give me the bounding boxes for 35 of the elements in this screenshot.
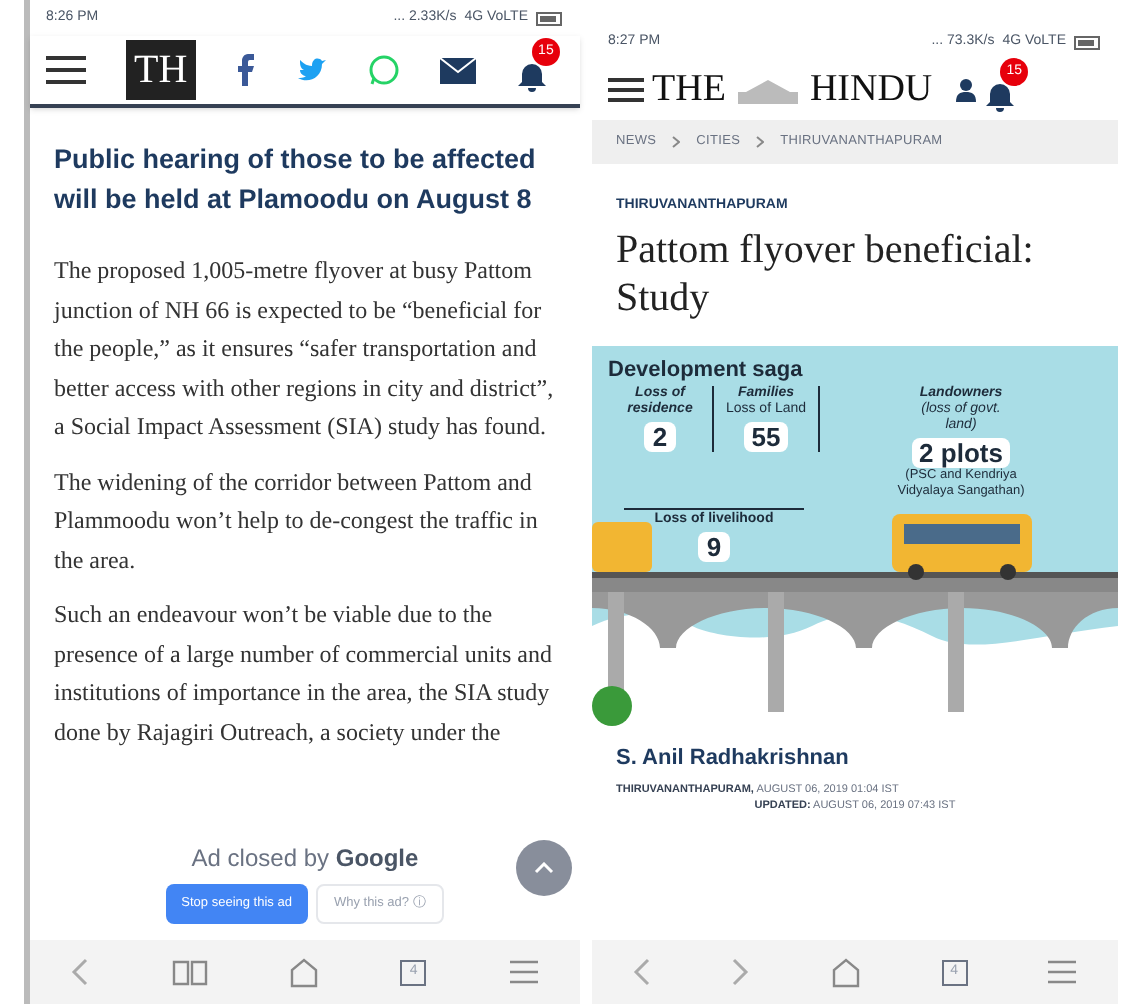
masthead-left: THE xyxy=(652,65,726,114)
article-title: Pattom flyover beneficial: Study xyxy=(616,225,1036,321)
stat-value: 55 xyxy=(743,422,789,452)
infographic-title: Development saga xyxy=(608,355,805,385)
article-paragraph: The widening of the corridor between Pattom and Plammoodu won’t help to de-congest the traffic in the area. xyxy=(54,465,540,577)
back-icon[interactable] xyxy=(70,958,91,986)
ad-closed-text: Ad closed by Google xyxy=(191,842,419,877)
battery-icon xyxy=(536,11,564,25)
bell-icon[interactable] xyxy=(515,62,548,94)
home-icon[interactable] xyxy=(287,956,320,988)
menu-icon[interactable] xyxy=(608,78,644,102)
battery-icon xyxy=(1074,35,1102,49)
masthead-right: HINDU xyxy=(809,65,933,114)
article-paragraph: Such an endeavour won’t be viable due to the presence of a large number of commercial units and institutions of importance in the area, the SIA study done by Rajagiri Outreach, a society under the xyxy=(54,598,555,750)
author-name[interactable]: S. Anil Radhakrishnan xyxy=(616,741,1094,774)
article-subheading: Public hearing of those to be affected will be held at Plamoodu on August 8 xyxy=(54,142,538,218)
menu-icon[interactable] xyxy=(46,56,86,84)
stat-value: 9 xyxy=(698,531,730,561)
stat-value: 2 xyxy=(644,422,676,452)
chevron-right-icon xyxy=(672,136,681,148)
stat-value: 2 plots xyxy=(911,438,1011,468)
person-icon[interactable] xyxy=(956,78,977,102)
chat-bubble-icon[interactable] xyxy=(367,54,400,86)
envelope-icon[interactable] xyxy=(439,57,476,83)
logo[interactable]: TH xyxy=(126,40,196,100)
back-icon[interactable] xyxy=(631,958,652,986)
chevron-right-icon xyxy=(756,136,765,148)
facebook-icon[interactable] xyxy=(235,54,256,86)
chevron-up-icon xyxy=(534,862,554,875)
article-paragraph: The proposed 1,005-metre flyover at busy Pattom junction of NH 66 is expected to be “beneficial for the people,” as it ensures “safer transportation and better access with other regions in city and district”, a Social Impact Assessment (SIA) study has found. xyxy=(54,254,556,444)
bell-icon[interactable] xyxy=(984,82,1017,114)
scroll-up-button[interactable] xyxy=(516,840,572,897)
home-icon[interactable] xyxy=(829,956,862,988)
bird-icon[interactable] xyxy=(295,56,328,84)
forward-icon[interactable] xyxy=(730,958,751,986)
